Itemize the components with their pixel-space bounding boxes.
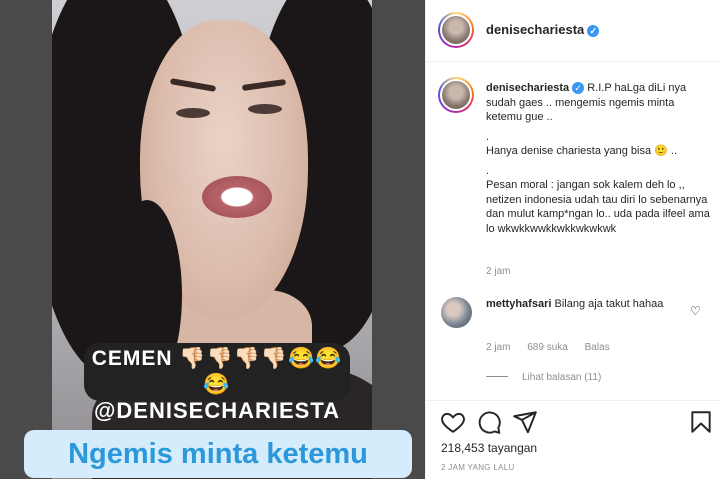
caption-line-3: Hanya denise chariesta yang bisa 🙂 ..: [486, 145, 678, 157]
caption-line-2: .: [486, 130, 490, 143]
verified-badge-icon: ✓: [587, 25, 600, 37]
comment-meta: 2 jam 689 suka Balas: [486, 342, 624, 353]
view-replies-button[interactable]: Lihat balasan (11): [486, 372, 601, 383]
post-caption: denisechariesta ✓ R.I.P haLga diLi nya su…: [486, 81, 711, 236]
share-icon[interactable]: [512, 409, 538, 435]
comment-body: Bilang aja takut hahaa: [554, 298, 664, 310]
video-sticker-caption: CEMEN 👎🏻👎🏻👎🏻👎🏻😂😂😂 @DENISECHARIESTA: [84, 343, 350, 423]
post-timestamp: 2 JAM YANG LALU: [441, 463, 515, 472]
commenter-avatar[interactable]: [441, 297, 472, 328]
caption-line-4: .: [486, 164, 490, 177]
view-count[interactable]: 218,453 tayangan: [441, 441, 537, 455]
comment-reply-button[interactable]: Balas: [585, 342, 610, 353]
sticker-line-2: @DENISECHARIESTA: [93, 398, 341, 423]
profile-avatar[interactable]: [438, 12, 474, 48]
comment-icon[interactable]: [476, 409, 502, 435]
comment-username[interactable]: mettyhafsari: [486, 298, 551, 310]
bookmark-icon[interactable]: [688, 409, 714, 435]
comment-likes[interactable]: 689 suka: [527, 342, 568, 353]
video-mouth: [202, 176, 272, 218]
header-username-text[interactable]: denisechariesta: [486, 22, 584, 37]
heart-icon[interactable]: [440, 409, 466, 435]
replies-divider: [486, 376, 508, 377]
caption-avatar[interactable]: [438, 77, 474, 113]
action-bar: 218,453 tayangan 2 JAM YANG LALU: [426, 400, 720, 479]
comment-text: mettyhafsari Bilang aja takut hahaa: [486, 297, 686, 312]
caption-line-5: Pesan moral : jangan sok kalem deh lo ,,…: [486, 179, 710, 235]
header-username[interactable]: denisechariesta ✓: [486, 22, 600, 37]
video-eye-right: [248, 104, 282, 114]
caption-timestamp: 2 jam: [486, 266, 511, 277]
instagram-post-view: CEMEN 👎🏻👎🏻👎🏻👎🏻😂😂😂 @DENISECHARIESTA Ngemi…: [0, 0, 720, 479]
comment-like-icon[interactable]: ♡: [690, 304, 701, 318]
comment-time: 2 jam: [486, 342, 511, 353]
caption-username[interactable]: denisechariesta: [486, 82, 569, 94]
view-replies-label[interactable]: Lihat balasan (11): [522, 372, 601, 383]
media-panel: CEMEN 👎🏻👎🏻👎🏻👎🏻😂😂😂 @DENISECHARIESTA Ngemi…: [0, 0, 425, 479]
post-header: denisechariesta ✓: [426, 0, 720, 62]
post-side-panel: denisechariesta ✓ denisechariesta ✓ R.I.P …: [425, 0, 720, 479]
video-banner-text: Ngemis minta ketemu: [24, 430, 412, 478]
video-eye-left: [176, 108, 210, 118]
verified-badge-icon: ✓: [572, 82, 585, 94]
sticker-line-1: CEMEN 👎🏻👎🏻👎🏻👎🏻😂😂😂: [91, 347, 343, 396]
